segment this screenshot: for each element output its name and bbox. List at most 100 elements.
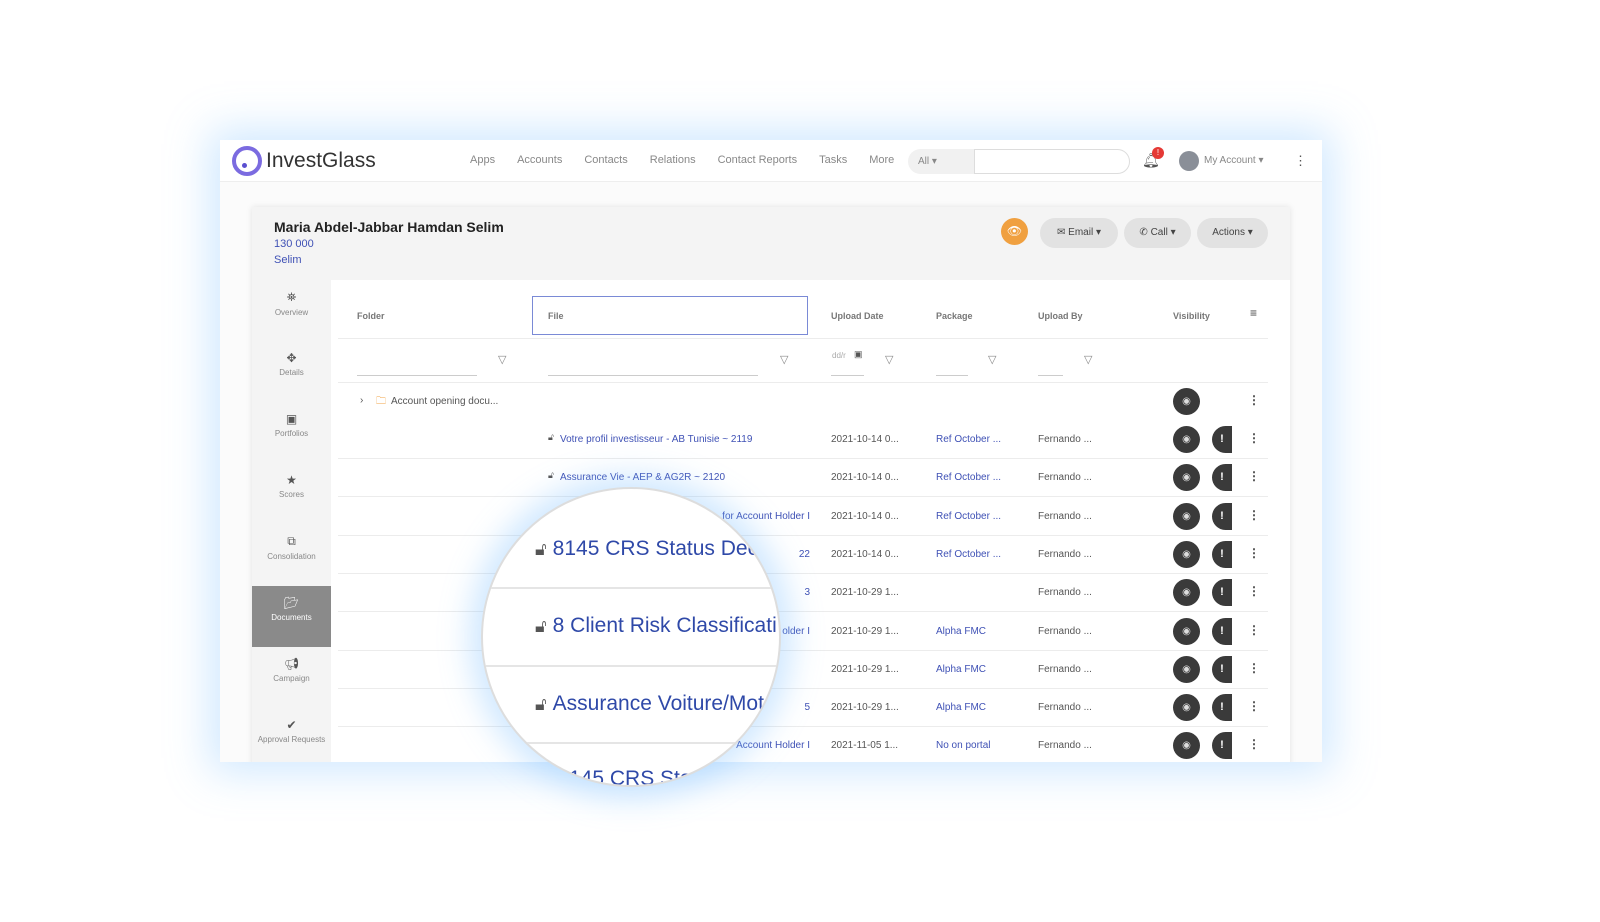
row-menu-icon[interactable]: ⋮ (1248, 469, 1260, 483)
sidebar-item-documents[interactable]: 📂︎ Documents (252, 586, 331, 647)
file-link[interactable]: older I (782, 626, 810, 637)
row-menu-icon[interactable]: ⋮ (1248, 508, 1260, 522)
file-link[interactable]: 22 (799, 549, 810, 560)
menu-more[interactable]: More (869, 154, 894, 166)
email-button[interactable]: ✉ Email ▾ (1040, 218, 1118, 248)
header-visibility[interactable]: Visibility (1173, 311, 1210, 321)
logo[interactable]: InvestGlass (232, 146, 376, 176)
unlock-icon: 🔓︎ (535, 539, 547, 559)
header-upload-date[interactable]: Upload Date (831, 311, 884, 321)
upload-by-filter-input[interactable] (1038, 375, 1063, 376)
divider (483, 587, 779, 589)
visibility-eye-icon[interactable]: ◉ (1173, 464, 1200, 492)
alert-icon[interactable]: ! (1212, 655, 1232, 683)
menu-apps[interactable]: Apps (470, 154, 495, 166)
visibility-eye-icon[interactable]: ◉ (1173, 617, 1200, 645)
package-link[interactable]: Ref October ... (936, 511, 1001, 522)
file-filter-input[interactable] (548, 375, 758, 376)
menu-tasks[interactable]: Tasks (819, 154, 847, 166)
package-link[interactable]: Alpha FMC (936, 702, 986, 713)
visibility-eye-icon[interactable]: ◉ (1173, 426, 1200, 453)
header-folder[interactable]: Folder (357, 311, 385, 321)
sidebar-item-details[interactable]: ✥ Details (252, 341, 331, 402)
row-menu-icon[interactable]: ⋮ (1248, 623, 1260, 637)
header-package[interactable]: Package (936, 311, 973, 321)
menu-contact-reports[interactable]: Contact Reports (718, 154, 797, 166)
file-column-header-box[interactable] (532, 296, 808, 335)
file-link[interactable]: 3 (804, 587, 810, 598)
actions-button[interactable]: Actions ▾ (1197, 218, 1268, 248)
row-menu-icon[interactable]: ⋮ (1248, 737, 1260, 751)
call-button[interactable]: ✆ Call ▾ (1124, 218, 1191, 248)
visibility-eye-icon[interactable]: ◉ (1173, 540, 1200, 568)
visibility-eye-icon[interactable]: ◉ (1173, 655, 1200, 683)
sidebar-item-consolidation[interactable]: ⧉ Consolidation (252, 524, 331, 585)
my-account-menu[interactable]: My Account ▾ (1204, 155, 1264, 166)
menu-contacts[interactable]: Contacts (584, 154, 627, 166)
folder-filter-input[interactable] (357, 375, 477, 376)
visibility-eye-icon[interactable]: ◉ (1173, 732, 1200, 760)
row-menu-icon[interactable]: ⋮ (1248, 393, 1260, 407)
visibility-eye-icon[interactable]: ◉ (1173, 388, 1200, 415)
row-menu-icon[interactable]: ⋮ (1248, 699, 1260, 713)
file-link[interactable]: Assurance Vie - AEP & AG2R ~ 2120 (560, 472, 725, 483)
package-link[interactable]: Ref October ... (936, 434, 1001, 445)
alert-icon[interactable]: ! (1212, 617, 1232, 645)
date-filter-input[interactable]: dd/r (832, 351, 846, 360)
visibility-eye-icon[interactable]: ◉ (1173, 579, 1200, 607)
search-input[interactable] (974, 149, 1130, 174)
sidebar-item-scores[interactable]: ★ Scores (252, 463, 331, 524)
alert-icon[interactable]: ! (1212, 426, 1232, 453)
contact-short-name[interactable]: Selim (274, 254, 302, 266)
sidebar-item-approval-requests[interactable]: ✔ Approval Requests (252, 708, 331, 762)
avatar[interactable] (1179, 151, 1199, 171)
package-link[interactable]: Alpha FMC (936, 664, 986, 675)
alert-icon[interactable]: ! (1212, 579, 1232, 607)
filter-icon[interactable]: ▽ (885, 353, 893, 366)
sidebar-label: Consolidation (267, 552, 316, 561)
upload-date: 2021-10-29 1... (831, 587, 899, 599)
header-upload-by[interactable]: Upload By (1038, 311, 1083, 321)
visibility-eye-icon[interactable]: ◉ (1173, 694, 1200, 722)
filter-icon[interactable]: ▽ (498, 353, 506, 366)
package-filter-input[interactable] (936, 375, 968, 376)
file-link[interactable]: for Account Holder I (722, 511, 810, 522)
visibility-eye-icon[interactable]: ◉ (1173, 502, 1200, 530)
row-menu-icon[interactable]: ⋮ (1248, 431, 1260, 445)
divider (338, 534, 1268, 536)
search-scope-select[interactable]: All ▾ (908, 149, 976, 174)
chevron-right-icon[interactable]: › (360, 395, 363, 406)
package-link[interactable]: Ref October ... (936, 549, 1001, 560)
row-menu-icon[interactable]: ⋮ (1248, 546, 1260, 560)
package-link[interactable]: No on portal (936, 740, 990, 751)
filter-icon[interactable]: ▽ (1084, 353, 1092, 366)
filter-icon[interactable]: ▽ (988, 353, 996, 366)
sidebar-item-overview[interactable]: ⛯ Overview (252, 280, 331, 341)
visibility-toggle-button[interactable]: 👁︎ (1001, 218, 1028, 245)
header-file[interactable]: File (548, 311, 564, 321)
contact-value[interactable]: 130 000 (274, 238, 314, 250)
file-link[interactable]: 5 (804, 702, 810, 713)
column-menu-icon[interactable]: ≡ (1250, 306, 1257, 320)
row-menu-icon[interactable]: ⋮ (1248, 661, 1260, 675)
alert-icon[interactable]: ! (1212, 502, 1232, 530)
upload-date: 2021-10-29 1... (831, 663, 899, 675)
alert-icon[interactable]: ! (1212, 732, 1232, 760)
menu-relations[interactable]: Relations (650, 154, 696, 166)
package-link[interactable]: Alpha FMC (936, 626, 986, 637)
filter-icon[interactable]: ▽ (780, 353, 788, 366)
file-link[interactable]: Votre profil investisseur - AB Tunisie ~… (560, 434, 752, 445)
sidebar-item-campaign[interactable]: 📢︎ Campaign (252, 647, 331, 708)
row-menu-icon[interactable]: ⋮ (1248, 584, 1260, 598)
alert-icon[interactable]: ! (1212, 540, 1232, 568)
package-link[interactable]: Ref October ... (936, 472, 1001, 483)
menu-accounts[interactable]: Accounts (517, 154, 562, 166)
more-vert-icon[interactable]: ⋮ (1294, 153, 1307, 169)
alert-icon[interactable]: ! (1212, 464, 1232, 492)
briefcase-icon: ▣ (285, 412, 298, 426)
sidebar-item-portfolios[interactable]: ▣ Portfolios (252, 402, 331, 463)
upload-date: 2021-11-05 1... (831, 740, 899, 752)
folder-name[interactable]: Account opening docu... (391, 396, 498, 407)
calendar-icon[interactable]: ▣ (854, 349, 863, 360)
alert-icon[interactable]: ! (1212, 694, 1232, 722)
